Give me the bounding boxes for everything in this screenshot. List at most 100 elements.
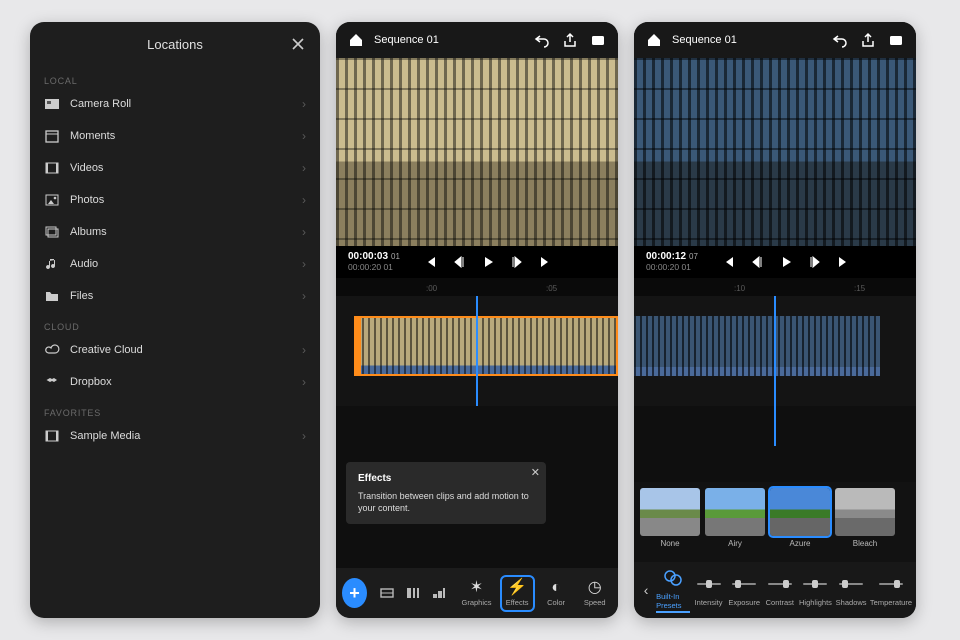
location-photos[interactable]: Photos ›	[30, 184, 320, 216]
color-preset-strip[interactable]: None Airy Azure Bleach	[634, 482, 916, 562]
project-tool[interactable]	[377, 576, 399, 610]
home-button[interactable]	[644, 30, 664, 50]
chevron-right-icon: ›	[302, 289, 306, 303]
color-tab[interactable]: ◐Color	[539, 577, 574, 610]
timeline[interactable]	[634, 296, 916, 406]
location-creative-cloud[interactable]: Creative Cloud ›	[30, 334, 320, 366]
location-albums[interactable]: Albums ›	[30, 216, 320, 248]
slider-icon	[838, 573, 864, 595]
effects-icon: ⚡	[507, 580, 527, 596]
preset-thumb	[640, 488, 700, 536]
location-sample-media[interactable]: Sample Media ›	[30, 420, 320, 452]
slider-icon	[696, 573, 722, 595]
editor-topbar: Sequence 01	[336, 22, 618, 58]
adjust-intensity[interactable]: Intensity	[692, 573, 726, 607]
track-tool[interactable]	[428, 576, 450, 610]
home-button[interactable]	[346, 30, 366, 50]
video-viewer[interactable]	[634, 58, 916, 246]
adjust-highlights[interactable]: Highlights	[799, 573, 833, 607]
close-button[interactable]	[288, 34, 308, 54]
editor-panel-effects: Sequence 01 00:00:0301 00:00:20 01 :00	[336, 22, 618, 618]
video-viewer[interactable]	[336, 58, 618, 246]
timeline-ruler[interactable]: :00 :05	[336, 278, 618, 296]
transport-bar: 00:00:1207 00:00:20 01	[634, 246, 916, 278]
ruler-tick: :00	[426, 284, 437, 293]
slider-icon	[767, 573, 793, 595]
speed-icon: ◷	[588, 580, 602, 596]
location-label: Albums	[70, 226, 107, 238]
share-button[interactable]	[560, 30, 580, 50]
music-note-icon	[44, 256, 60, 272]
add-media-button[interactable]: +	[342, 578, 367, 608]
skip-end-button[interactable]	[538, 254, 554, 270]
preset-thumb	[835, 488, 895, 536]
location-label: Sample Media	[70, 430, 140, 442]
section-header-cloud: CLOUD	[30, 312, 320, 334]
chevron-right-icon: ›	[302, 97, 306, 111]
chevron-right-icon: ›	[302, 257, 306, 271]
frame-forward-button[interactable]	[509, 254, 525, 270]
edit-tool[interactable]	[402, 576, 424, 610]
preset-bleach[interactable]: Bleach	[835, 488, 895, 562]
location-audio[interactable]: Audio ›	[30, 248, 320, 280]
filmstrip-icon	[44, 428, 60, 444]
effects-tab[interactable]: ⚡Effects	[500, 575, 535, 612]
location-label: Videos	[70, 162, 103, 174]
preset-none[interactable]: None	[640, 488, 700, 562]
preset-azure[interactable]: Azure	[770, 488, 830, 562]
effects-popup: ✕ Effects Transition between clips and a…	[346, 462, 546, 524]
location-videos[interactable]: Videos ›	[30, 152, 320, 184]
skip-end-button[interactable]	[836, 254, 852, 270]
slider-icon	[802, 573, 828, 595]
creative-cloud-icon	[44, 342, 60, 358]
clip-trim-handle[interactable]	[356, 318, 361, 374]
chevron-right-icon: ›	[302, 343, 306, 357]
adjust-temperature[interactable]: Temperature	[870, 573, 912, 607]
timeline[interactable]	[336, 296, 618, 406]
undo-button[interactable]	[830, 30, 850, 50]
image-icon	[44, 192, 60, 208]
color-adjust-bar: ‹ Built-In Presets Intensity Exposure Co…	[634, 562, 916, 618]
editor-topbar: Sequence 01	[634, 22, 916, 58]
preset-airy[interactable]: Airy	[705, 488, 765, 562]
skip-start-button[interactable]	[720, 254, 736, 270]
ruler-tick: :05	[546, 284, 557, 293]
folder-icon	[44, 288, 60, 304]
bottom-toolbar: + ✶Graphics ⚡Effects ◐Color ◷Speed	[336, 568, 618, 618]
popup-close-button[interactable]: ✕	[531, 466, 540, 481]
section-header-local: LOCAL	[30, 66, 320, 88]
fullscreen-button[interactable]	[588, 30, 608, 50]
location-moments[interactable]: Moments ›	[30, 120, 320, 152]
adjust-shadows[interactable]: Shadows	[834, 573, 868, 607]
playhead[interactable]	[774, 296, 776, 446]
slider-icon	[731, 573, 757, 595]
location-camera-roll[interactable]: Camera Roll ›	[30, 88, 320, 120]
speed-tab[interactable]: ◷Speed	[577, 577, 612, 610]
locations-title: Locations	[147, 37, 203, 52]
share-button[interactable]	[858, 30, 878, 50]
timeline-ruler[interactable]: :10 :15	[634, 278, 916, 296]
frame-back-button[interactable]	[451, 254, 467, 270]
frame-forward-button[interactable]	[807, 254, 823, 270]
skip-start-button[interactable]	[422, 254, 438, 270]
graphics-tab[interactable]: ✶Graphics	[457, 577, 495, 610]
adjust-contrast[interactable]: Contrast	[763, 573, 797, 607]
filmstrip-icon	[44, 160, 60, 176]
location-files[interactable]: Files ›	[30, 280, 320, 312]
play-button[interactable]	[480, 254, 496, 270]
undo-button[interactable]	[532, 30, 552, 50]
adjust-builtin-presets[interactable]: Built-In Presets	[656, 567, 690, 613]
sequence-title: Sequence 01	[672, 34, 737, 46]
adjust-exposure[interactable]: Exposure	[727, 573, 761, 607]
location-dropbox[interactable]: Dropbox ›	[30, 366, 320, 398]
location-label: Audio	[70, 258, 98, 270]
timeline-clip[interactable]	[354, 316, 618, 376]
frame-back-button[interactable]	[749, 254, 765, 270]
fullscreen-button[interactable]	[886, 30, 906, 50]
location-label: Moments	[70, 130, 115, 142]
presets-icon	[660, 567, 686, 589]
play-button[interactable]	[778, 254, 794, 270]
back-button[interactable]: ‹	[638, 582, 654, 598]
timeline-clip[interactable]	[634, 316, 880, 376]
chevron-right-icon: ›	[302, 225, 306, 239]
